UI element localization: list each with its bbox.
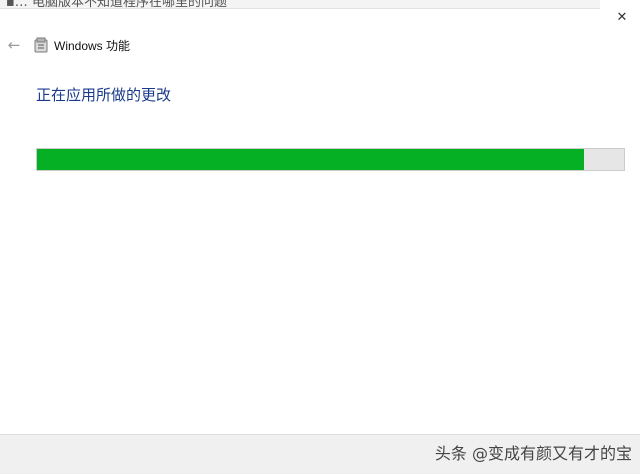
windows-features-dialog: ▪… 电脑版本不知道程序在哪里的问题 ✕ ← Windows 功能 正在应用所做… <box>0 0 640 474</box>
progress-bar <box>36 148 625 171</box>
close-button[interactable]: ✕ <box>610 8 634 28</box>
windows-features-icon <box>34 37 48 53</box>
window-title: Windows 功能 <box>54 39 131 53</box>
watermark-text: 头条 @变成有颜又有才的宝 <box>434 444 632 463</box>
back-button[interactable]: ← <box>4 36 24 54</box>
background-window-strip: ▪… 电脑版本不知道程序在哪里的问题 <box>0 0 600 9</box>
arrow-left-icon: ← <box>7 36 21 54</box>
status-heading: 正在应用所做的更改 <box>36 86 172 104</box>
background-window-text: ▪… 电脑版本不知道程序在哪里的问题 <box>6 0 227 9</box>
progress-bar-fill <box>37 149 585 170</box>
close-icon: ✕ <box>616 10 628 25</box>
